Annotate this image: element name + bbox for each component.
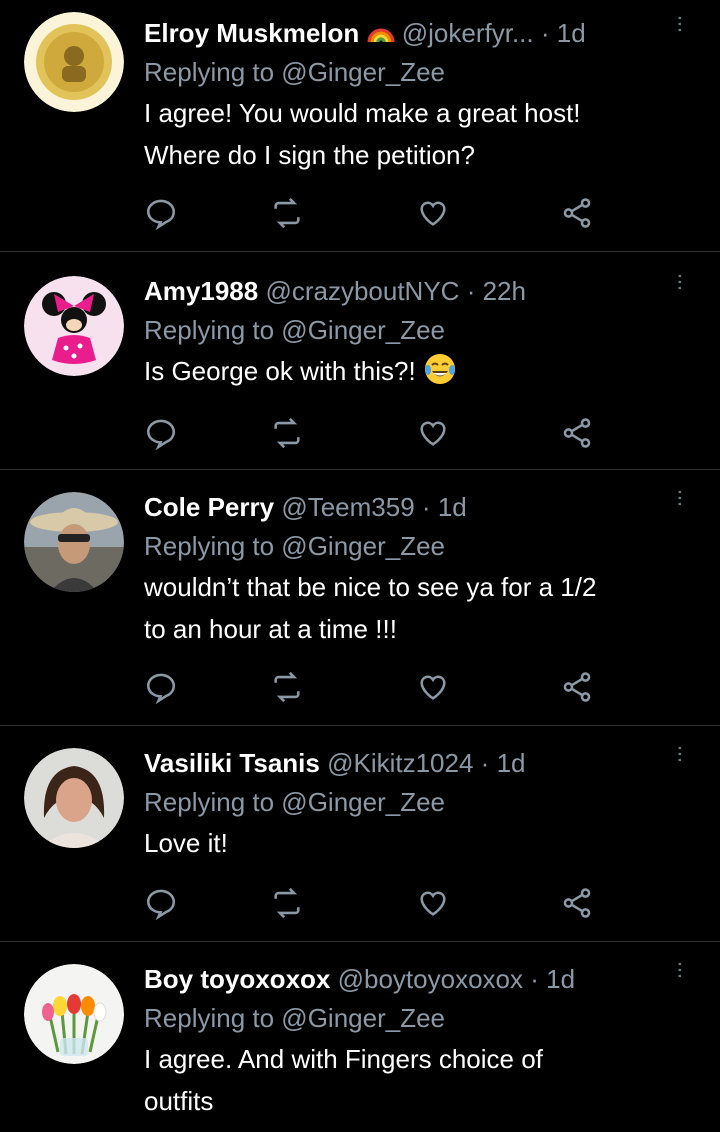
tweet-text: I agree. And with Fingers choice of outf… (144, 1038, 680, 1122)
retweet-icon[interactable] (270, 886, 310, 926)
more-icon[interactable]: ··· (667, 488, 694, 506)
laughing-crying-face-icon (424, 354, 455, 384)
avatar[interactable] (24, 12, 124, 112)
avatar[interactable] (24, 964, 124, 1064)
tweet-actions (144, 416, 624, 456)
separator-dot: · (466, 276, 476, 306)
reply-icon[interactable] (144, 196, 184, 236)
replying-to[interactable]: Replying to @Ginger_Zee (144, 54, 680, 90)
share-icon[interactable] (560, 886, 600, 926)
tweet-text: wouldn’t that be nice to see ya for a 1/… (144, 566, 680, 650)
retweet-icon[interactable] (270, 196, 310, 236)
tweet-card[interactable]: Amy1988 @crazyboutNYC · 22h ··· Replying… (0, 252, 720, 470)
separator-dot: · (480, 748, 490, 778)
reply-icon[interactable] (144, 670, 184, 710)
tweet-text: Is George ok with this?! (144, 350, 680, 392)
cowboy-hat-avatar-icon (24, 492, 124, 592)
timestamp[interactable]: 22h (483, 276, 526, 306)
display-name[interactable]: Vasiliki Tsanis (144, 748, 320, 778)
tweet-text-line: outfits (144, 1086, 214, 1116)
timestamp[interactable]: 1d (557, 18, 586, 48)
woman-portrait-avatar-icon (24, 748, 124, 848)
timestamp[interactable]: 1d (497, 748, 526, 778)
replying-to[interactable]: Replying to @Ginger_Zee (144, 528, 680, 564)
like-icon[interactable] (416, 670, 456, 710)
tweet-actions (144, 196, 624, 236)
user-handle[interactable]: @Teem359 (281, 492, 414, 522)
tweet-text-line: Where do I sign the petition? (144, 140, 475, 170)
user-handle[interactable]: @boytoyoxoxox (338, 964, 523, 994)
minnie-mouse-avatar-icon (24, 276, 124, 376)
separator-dot: · (421, 492, 431, 522)
tweet-text-line: I agree! You would make a great host! (144, 98, 581, 128)
tweet-card[interactable]: Vasiliki Tsanis @Kikitz1024 · 1d ··· Rep… (0, 726, 720, 942)
tweet-card[interactable]: Boy toyoxoxox @boytoyoxoxox · 1d ··· Rep… (0, 942, 720, 1132)
share-icon[interactable] (560, 196, 600, 236)
tweet-header: Boy toyoxoxox @boytoyoxoxox · 1d ··· (144, 960, 694, 998)
display-name[interactable]: Amy1988 (144, 276, 258, 306)
separator-dot: · (530, 964, 539, 994)
reply-icon[interactable] (144, 416, 184, 456)
tweet-text-line: Love it! (144, 828, 228, 858)
avatar[interactable] (24, 748, 124, 848)
tweet-text-line: Is George ok with this?! (144, 356, 423, 386)
display-name[interactable]: Cole Perry (144, 492, 274, 522)
like-icon[interactable] (416, 416, 456, 456)
tweet-card[interactable]: Cole Perry @Teem359 · 1d ··· Replying to… (0, 470, 720, 726)
more-icon[interactable]: ··· (667, 14, 694, 32)
display-name[interactable]: Boy toyoxoxox (144, 964, 330, 994)
display-name[interactable]: Elroy Muskmelon (144, 18, 359, 48)
retweet-icon[interactable] (270, 416, 310, 456)
avatar[interactable] (24, 276, 124, 376)
tweet-actions (144, 670, 624, 710)
separator-dot: · (540, 18, 550, 48)
tweet-header: Cole Perry @Teem359 · 1d ··· (144, 488, 694, 526)
more-icon[interactable]: ··· (667, 960, 694, 978)
gold-coin-avatar-icon (24, 12, 124, 112)
user-handle[interactable]: @crazyboutNYC (265, 276, 459, 306)
replying-to[interactable]: Replying to @Ginger_Zee (144, 312, 680, 348)
more-icon[interactable]: ··· (667, 744, 694, 762)
more-icon[interactable]: ··· (667, 272, 694, 290)
tweet-card[interactable]: Elroy Muskmelon @jokerfyr... · 1d ··· Re… (0, 0, 720, 252)
tweet-text: I agree! You would make a great host! Wh… (144, 92, 680, 176)
reply-icon[interactable] (144, 886, 184, 926)
tweet-text-line: wouldn’t that be nice to see ya for a 1/… (144, 572, 597, 602)
like-icon[interactable] (416, 196, 456, 236)
replying-to[interactable]: Replying to @Ginger_Zee (144, 784, 680, 820)
tweet-actions (144, 886, 624, 926)
timestamp[interactable]: 1d (438, 492, 467, 522)
user-handle[interactable]: @Kikitz1024 (327, 748, 473, 778)
rainbow-icon (367, 28, 395, 43)
user-handle[interactable]: @jokerfyr... (402, 18, 534, 48)
reply-feed: Elroy Muskmelon @jokerfyr... · 1d ··· Re… (0, 0, 720, 1132)
tweet-text: Love it! (144, 822, 680, 864)
tulips-avatar-icon (24, 964, 124, 1064)
tweet-text-line: I agree. And with Fingers choice of (144, 1044, 543, 1074)
tweet-header: Elroy Muskmelon @jokerfyr... · 1d ··· (144, 14, 694, 52)
like-icon[interactable] (416, 886, 456, 926)
tweet-header: Vasiliki Tsanis @Kikitz1024 · 1d ··· (144, 744, 694, 782)
timestamp[interactable]: 1d (546, 964, 575, 994)
tweet-text-line: to an hour at a time !!! (144, 614, 397, 644)
retweet-icon[interactable] (270, 670, 310, 710)
avatar[interactable] (24, 492, 124, 592)
tweet-header: Amy1988 @crazyboutNYC · 22h ··· (144, 272, 694, 310)
replying-to[interactable]: Replying to @Ginger_Zee (144, 1000, 680, 1036)
share-icon[interactable] (560, 416, 600, 456)
share-icon[interactable] (560, 670, 600, 710)
